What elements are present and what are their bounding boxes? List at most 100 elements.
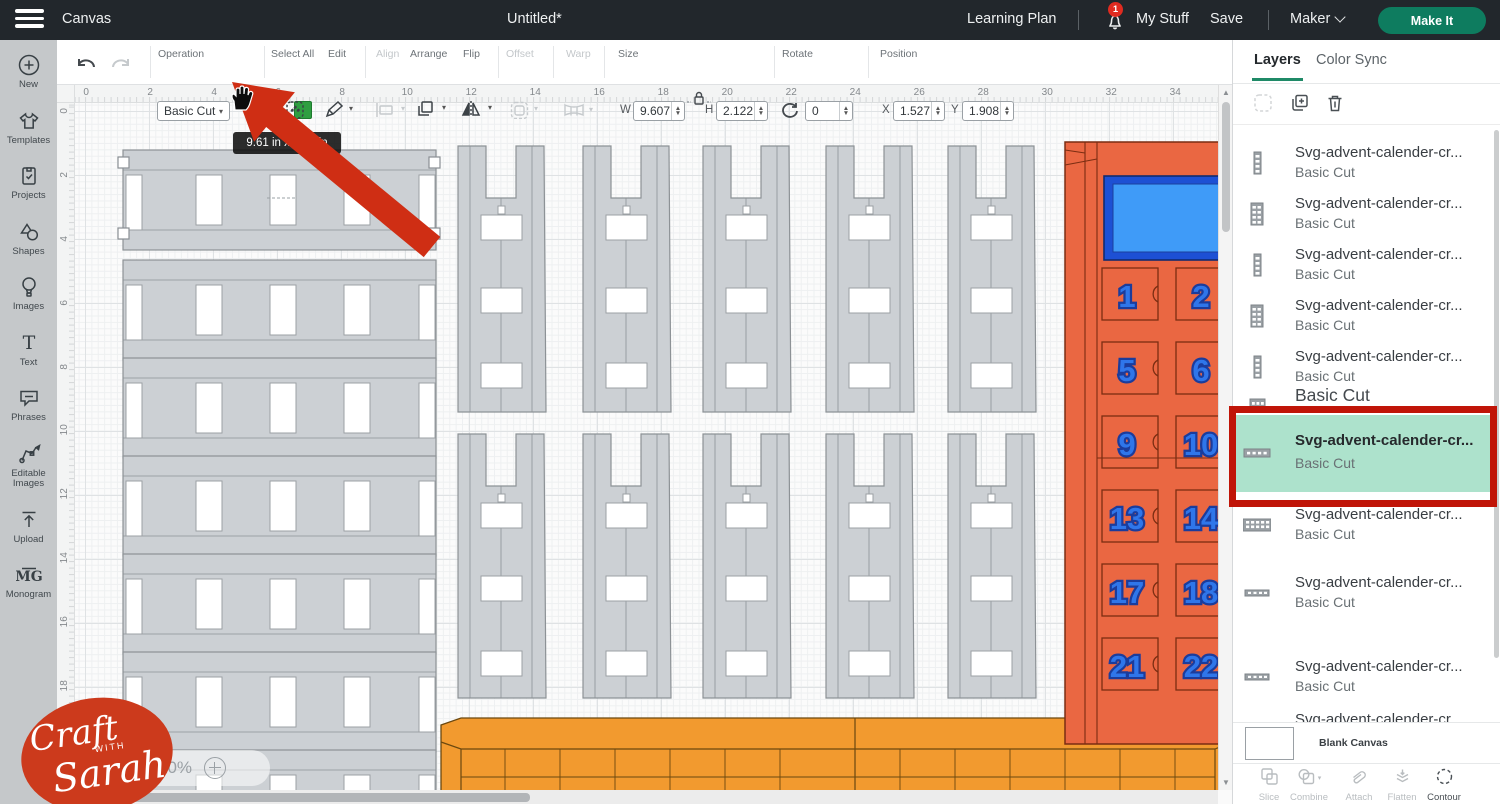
layer-row-selected[interactable]: Svg-advent-calender-cr... Basic Cut xyxy=(1233,415,1495,492)
shapes-icon xyxy=(0,219,57,245)
layer-title: Svg-advent-calender-cr... xyxy=(1295,432,1474,449)
layer-title: Svg-advent-calender-cr... xyxy=(1295,246,1463,263)
height-label: H xyxy=(705,104,714,116)
position-label: Position xyxy=(880,48,918,60)
tab-layers[interactable]: Layers xyxy=(1252,52,1303,81)
my-stuff-link[interactable]: My Stuff xyxy=(1136,11,1189,27)
ruler-number: 32 xyxy=(1105,87,1117,98)
contour-icon xyxy=(1435,768,1454,790)
save-button[interactable]: Save xyxy=(1210,11,1243,27)
page-title[interactable]: Canvas xyxy=(62,11,111,27)
ruler-number: 2 xyxy=(147,87,153,98)
layer-title: Svg-advent-calender-cr... xyxy=(1295,297,1463,314)
layer-operation: Basic Cut xyxy=(1295,526,1355,542)
warp-icon[interactable]: ▾ xyxy=(563,102,593,123)
sidebar-item-shapes[interactable]: Shapes xyxy=(0,219,57,258)
flatten-button[interactable]: Flatten xyxy=(1380,767,1424,803)
clipboard-icon xyxy=(0,163,57,189)
layer-row[interactable]: Svg-advent-calender-cr... Basic Cut xyxy=(1233,291,1495,342)
canvas-vertical-scrollbar[interactable]: ▲ ▼ xyxy=(1218,85,1232,790)
menu-icon[interactable] xyxy=(15,9,44,31)
sidebar-item-editable-images[interactable]: Editable Images xyxy=(0,441,57,490)
path-nodes-icon xyxy=(0,441,57,467)
blank-canvas-row[interactable]: Blank Canvas xyxy=(1233,722,1500,763)
layer-row[interactable]: Svg-advent-calender-cr... Basic Cut xyxy=(1233,500,1495,551)
sidebar-item-images[interactable]: Images xyxy=(0,274,57,313)
ruler-corner xyxy=(57,85,75,103)
combine-button[interactable]: ▾ Combine xyxy=(1287,767,1331,803)
divider xyxy=(1078,10,1079,30)
duplicate-icon[interactable] xyxy=(1290,93,1310,118)
x-input[interactable]: 1.527 ▲ ▼ xyxy=(893,101,945,121)
sidebar-item-new[interactable]: New xyxy=(0,52,57,91)
contour-button[interactable]: Contour xyxy=(1422,767,1466,803)
operation-dropdown[interactable]: Basic Cut ▾ xyxy=(157,101,230,121)
layer-thumbnail-icon xyxy=(1243,579,1271,612)
layer-row[interactable]: Svg-advent-calender-cr... Basic Cut xyxy=(1233,652,1495,703)
layer-operation: Basic Cut xyxy=(1295,266,1355,282)
redo-icon[interactable] xyxy=(110,54,132,77)
text-icon: T xyxy=(0,330,57,356)
action-label: Contour xyxy=(1427,792,1461,803)
align-icon[interactable]: ▾ xyxy=(375,102,405,123)
layer-row[interactable]: Svg-advent-calender-cr... Basic Cut xyxy=(1233,568,1495,619)
canvas-grid[interactable] xyxy=(75,103,1218,790)
zoom-in-icon[interactable] xyxy=(204,757,227,779)
ruler-number: 14 xyxy=(59,552,70,564)
sidebar-item-monogram[interactable]: MG Monogram xyxy=(0,562,57,601)
sidebar-item-label: Text xyxy=(19,356,38,368)
speech-icon xyxy=(0,385,57,411)
scrollbar-thumb[interactable] xyxy=(1221,102,1230,232)
attach-button[interactable]: Attach xyxy=(1337,767,1381,803)
layer-operation: Basic Cut xyxy=(1295,164,1355,180)
canvas-horizontal-scrollbar[interactable]: ◀ xyxy=(57,790,1218,804)
size-tooltip: 9.61 in x 2.12 in xyxy=(233,132,341,154)
select-all-icon[interactable] xyxy=(285,100,305,125)
layer-operation: Basic Cut xyxy=(1295,215,1355,231)
layer-title: Svg-advent-calender-cr... xyxy=(1295,506,1463,523)
machine-selector[interactable]: Maker xyxy=(1290,11,1346,27)
sidebar-item-templates[interactable]: Templates xyxy=(0,108,57,147)
sidebar-item-text[interactable]: T Text xyxy=(0,330,57,369)
y-label: Y xyxy=(951,104,959,116)
offset-icon[interactable]: ▾ xyxy=(509,101,538,124)
cricut-design-space-window: Canvas Untitled* Learning Plan 1 My Stuf… xyxy=(0,0,1500,804)
layer-thumbnail-icon xyxy=(1242,511,1272,544)
undo-icon[interactable] xyxy=(75,54,97,77)
sidebar-item-phrases[interactable]: Phrases xyxy=(0,385,57,424)
layer-title: Svg-advent-calender-cr... xyxy=(1295,574,1463,591)
width-input[interactable]: 9.607 ▲ ▼ xyxy=(633,101,685,121)
layer-row[interactable]: Svg-advent-calender-cr... Basic Cut xyxy=(1233,189,1495,240)
rotate-input[interactable]: 0 ▲ ▼ xyxy=(805,101,853,121)
action-label: Slice xyxy=(1258,792,1280,803)
height-input[interactable]: 2.122 ▲ ▼ xyxy=(716,101,768,121)
learning-plan-link[interactable]: Learning Plan xyxy=(967,11,1057,27)
action-label: Combine xyxy=(1289,792,1329,803)
panel-scrollbar[interactable] xyxy=(1494,130,1499,658)
edit-pencil-icon[interactable]: ▾ xyxy=(323,100,353,125)
trash-icon[interactable] xyxy=(1325,93,1345,118)
slice-button[interactable]: Slice xyxy=(1247,767,1291,803)
y-input[interactable]: 1.908 ▲ ▼ xyxy=(962,101,1014,121)
upload-icon xyxy=(0,507,57,533)
slice-icon xyxy=(1260,768,1279,790)
layer-row[interactable]: Svg-advent-calender-cr... Basic Cut xyxy=(1233,138,1495,189)
sidebar-item-projects[interactable]: Projects xyxy=(0,163,57,202)
sidebar-item-label: Images xyxy=(12,301,45,312)
tab-color-sync[interactable]: Color Sync xyxy=(1316,52,1387,68)
sidebar-item-upload[interactable]: Upload xyxy=(0,507,57,546)
action-label: Attach xyxy=(1345,792,1373,803)
design-canvas[interactable]: 0 2 4 6 8 10 12 14 16 18 20 22 24 26 28 30 32 34 0 2 4 6 8 10 1… xyxy=(21,85,1232,804)
rotate-icon[interactable] xyxy=(781,101,800,125)
select-similar-icon[interactable] xyxy=(1253,93,1273,118)
arrange-icon[interactable]: ▾ xyxy=(416,100,446,123)
width-label: W xyxy=(620,104,631,116)
make-it-button[interactable]: Make It xyxy=(1378,7,1486,34)
flip-icon[interactable]: ▾ xyxy=(461,100,492,123)
size-label: Size xyxy=(618,48,639,60)
ruler-number: 22 xyxy=(785,87,797,98)
layer-row[interactable]: Svg-advent-calender-cr... Basic Cut xyxy=(1233,240,1495,291)
document-title: Untitled* xyxy=(507,11,562,27)
layer-row[interactable]: Svg-advent-calender-cr... xyxy=(1233,705,1495,722)
ruler-number: 16 xyxy=(59,616,70,628)
